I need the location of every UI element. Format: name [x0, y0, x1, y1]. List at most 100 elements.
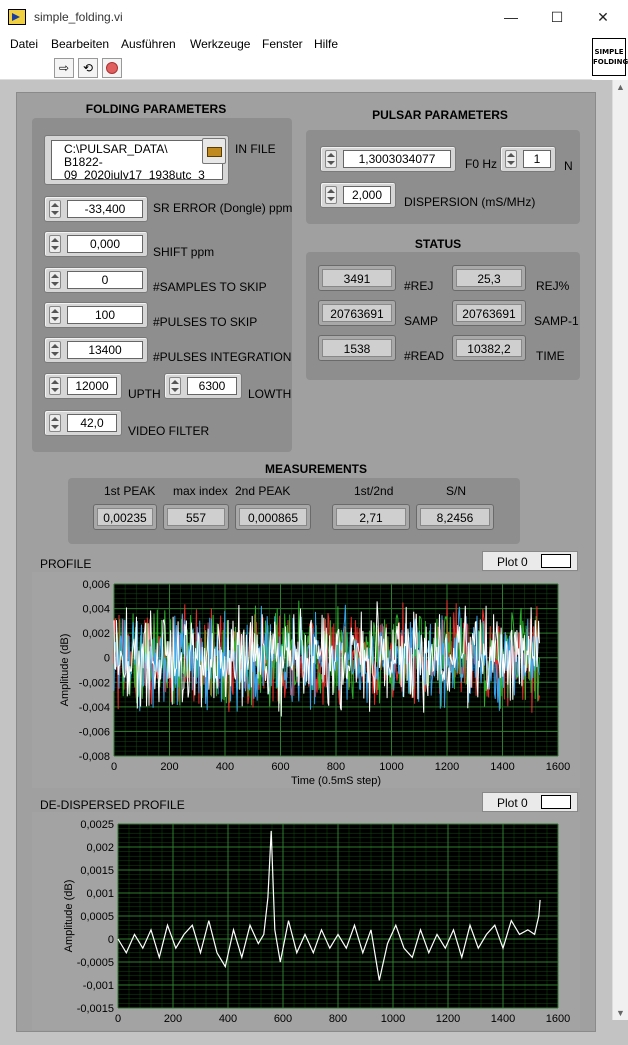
ratio-label: 1st/2nd: [354, 484, 394, 498]
shift-value[interactable]: 0,000: [67, 235, 143, 253]
samp-value: 20763691: [322, 304, 392, 322]
samples-skip-spinner[interactable]: [49, 271, 61, 289]
lowth-value[interactable]: 6300: [187, 377, 237, 395]
video-filter-label: VIDEO FILTER: [128, 424, 210, 438]
f0-control[interactable]: 1,3003034077: [320, 146, 456, 172]
first-peak-label: 1st PEAK: [104, 484, 156, 498]
sr-error-label: SR ERROR (Dongle) ppm: [153, 201, 293, 215]
y-tick-label: -0,0005: [77, 957, 114, 969]
n-spinner[interactable]: [505, 150, 517, 168]
video-filter-spinner[interactable]: [49, 414, 61, 432]
rej-pct-label: REJ%: [536, 279, 570, 293]
sn-value: 8,2456: [420, 508, 490, 526]
y-tick-label: 0,002: [82, 628, 110, 640]
pulses-integration-value[interactable]: 13400: [67, 341, 143, 359]
pulses-skip-spinner[interactable]: [49, 306, 61, 324]
pulses-skip-control[interactable]: 100: [44, 302, 148, 328]
video-filter-control[interactable]: 42,0: [44, 410, 122, 436]
folder-icon: [207, 147, 222, 157]
vertical-scrollbar[interactable]: ▲ ▼: [612, 80, 628, 1020]
labview-app-icon: [8, 9, 26, 25]
dedisp-legend-label: Plot 0: [497, 796, 528, 810]
menu-fenster[interactable]: Fenster: [262, 37, 303, 51]
run-button[interactable]: ⇨: [54, 58, 74, 78]
plot-line-icon: [541, 554, 571, 568]
n-control[interactable]: 1: [500, 146, 556, 172]
samples-skip-value[interactable]: 0: [67, 271, 143, 289]
time-label: TIME: [536, 349, 565, 363]
menu-werkzeuge[interactable]: Werkzeuge: [190, 37, 250, 51]
upth-spinner[interactable]: [49, 377, 61, 395]
rej-pct-indicator: 25,3: [452, 265, 526, 291]
x-tick-label: 400: [219, 1013, 237, 1025]
x-tick-label: 1000: [381, 1013, 405, 1025]
x-tick-label: 200: [160, 761, 178, 773]
y-tick-label: 0,001: [86, 888, 114, 900]
vi-icon-line1: SIMPLE: [594, 48, 624, 56]
y-tick-label: -0,008: [79, 751, 110, 763]
upth-value[interactable]: 12000: [67, 377, 117, 395]
x-tick-label: 800: [327, 761, 345, 773]
shift-spinner[interactable]: [49, 235, 61, 253]
y-axis-label: Amplitude (dB): [59, 634, 71, 707]
minimize-button[interactable]: —: [488, 4, 534, 30]
x-tick-label: 1600: [546, 1013, 570, 1025]
x-tick-label: 600: [274, 1013, 292, 1025]
sr-error-spinner[interactable]: [49, 200, 61, 218]
menu-ausfuehren[interactable]: Ausführen: [121, 37, 176, 51]
pulses-skip-value[interactable]: 100: [67, 306, 143, 324]
profile-plot-legend[interactable]: Plot 0: [482, 551, 578, 571]
x-tick-label: 600: [271, 761, 289, 773]
x-tick-label: 1200: [435, 761, 459, 773]
maximize-button[interactable]: ☐: [534, 4, 580, 30]
first-peak-value: 0,00235: [97, 508, 153, 526]
pulses-integration-spinner[interactable]: [49, 341, 61, 359]
shift-control[interactable]: 0,000: [44, 231, 148, 257]
menu-bar: Datei Bearbeiten Ausführen Werkzeuge Fen…: [0, 34, 628, 54]
in-file-path-field[interactable]: C:\PULSAR_DATA\ B1822- 09_2020july17_193…: [51, 140, 223, 180]
shift-label: SHIFT ppm: [153, 245, 215, 259]
pulses-skip-label: #PULSES TO SKIP: [153, 315, 258, 329]
read-indicator: 1538: [318, 335, 396, 361]
rej-label: #REJ: [404, 279, 434, 293]
y-tick-label: 0: [104, 653, 110, 665]
rej-indicator: 3491: [318, 265, 396, 291]
window-title: simple_folding.vi: [34, 10, 123, 24]
upth-control[interactable]: 12000: [44, 373, 122, 399]
time-indicator: 10382,2: [452, 335, 526, 361]
x-tick-label: 1200: [436, 1013, 460, 1025]
sr-error-value[interactable]: -33,400: [67, 200, 143, 218]
f0-value[interactable]: 1,3003034077: [343, 150, 451, 168]
scroll-down-icon[interactable]: ▼: [616, 1008, 625, 1018]
sr-error-control[interactable]: -33,400: [44, 196, 148, 222]
dispersion-value[interactable]: 2,000: [343, 186, 391, 204]
menu-datei[interactable]: Datei: [10, 37, 38, 51]
browse-button[interactable]: [202, 138, 226, 164]
menu-bearbeiten[interactable]: Bearbeiten: [51, 37, 109, 51]
samples-skip-label: #SAMPLES TO SKIP: [153, 280, 267, 294]
dispersion-label: DISPERSION (mS/MHz): [404, 195, 536, 209]
scroll-up-icon[interactable]: ▲: [616, 82, 625, 92]
vi-icon: SIMPLE FOLDING: [592, 38, 628, 76]
f0-spinner[interactable]: [325, 150, 337, 168]
video-filter-value[interactable]: 42,0: [67, 414, 117, 432]
samples-skip-control[interactable]: 0: [44, 267, 148, 293]
dispersion-spinner[interactable]: [325, 186, 337, 204]
run-continuous-icon: ⟲: [82, 61, 94, 75]
x-tick-label: 1600: [546, 761, 570, 773]
dispersion-control[interactable]: 2,000: [320, 182, 396, 208]
y-tick-label: -0,006: [79, 726, 110, 738]
lowth-spinner[interactable]: [169, 377, 181, 395]
close-icon: ✕: [597, 8, 609, 25]
abort-button[interactable]: [102, 58, 122, 78]
rej-value: 3491: [322, 269, 392, 287]
run-continuously-button[interactable]: ⟲: [78, 58, 98, 78]
abort-icon: [106, 62, 118, 74]
close-button[interactable]: ✕: [580, 4, 626, 30]
lowth-control[interactable]: 6300: [164, 373, 242, 399]
dedisp-plot-legend[interactable]: Plot 0: [482, 792, 578, 812]
menu-hilfe[interactable]: Hilfe: [314, 37, 338, 51]
n-value[interactable]: 1: [523, 150, 551, 168]
pulses-integration-control[interactable]: 13400: [44, 337, 148, 363]
minimize-icon: —: [504, 9, 518, 25]
